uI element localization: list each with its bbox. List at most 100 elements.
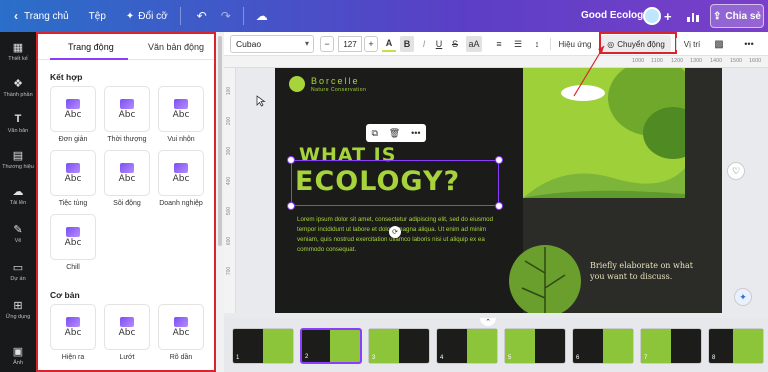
add-collaborator-icon[interactable]: + (664, 9, 672, 24)
text-icon: T (14, 113, 22, 125)
rail-item-draw[interactable]: ✎ Vẽ (0, 222, 36, 245)
increase-font-size-button[interactable]: + (364, 36, 378, 52)
tab-page-animation[interactable]: Trang động (68, 42, 114, 52)
animation-preview-icon (66, 98, 80, 109)
share-icon: ⇪ (713, 10, 722, 22)
animation-label: Doanh nghiệp (159, 200, 203, 207)
animation-card[interactable]: Abc (158, 304, 204, 350)
align-icon[interactable]: ≡ (492, 36, 506, 52)
divider (550, 38, 551, 50)
text-color-button[interactable]: A (382, 36, 396, 52)
animation-preview-icon (174, 316, 188, 327)
chevron-left-icon: ‹ (14, 9, 18, 23)
rail-item-elements[interactable]: ❖ Thành phần (0, 76, 36, 99)
redo-icon[interactable]: ↷ (221, 9, 231, 23)
file-menu[interactable]: Tệp (89, 11, 106, 22)
page-thumbnails: ⌃ 1 2 3 4 5 6 7 8 (224, 318, 768, 372)
animation-label: Tiệc tùng (58, 200, 88, 207)
cloud-sync-icon[interactable]: ☁ (256, 9, 268, 23)
scrollbar-thumb[interactable] (218, 36, 222, 246)
bold-button[interactable]: B (400, 36, 414, 52)
page-thumbnail[interactable]: 4 (436, 328, 498, 364)
highlight-box (599, 32, 677, 54)
animation-label: Vui nhộn (167, 136, 195, 143)
spacing-icon[interactable]: ↕ (530, 36, 544, 52)
copy-icon[interactable]: ⧉ (371, 128, 377, 139)
document-title[interactable]: Good Ecology (581, 10, 649, 21)
panel-scrollbar[interactable] (216, 32, 224, 372)
animation-card[interactable]: Abc (158, 86, 204, 132)
strikethrough-button[interactable]: S (449, 36, 461, 52)
brand-name[interactable]: Borcelle (311, 76, 360, 86)
elements-icon: ❖ (13, 77, 23, 90)
animation-label: Thời thượng (107, 136, 147, 143)
position-button[interactable]: Vị trí (682, 36, 702, 52)
font-size-input[interactable]: 127 (338, 36, 362, 52)
page-thumbnail[interactable]: 1 (232, 328, 294, 364)
resize-handle[interactable] (495, 156, 503, 164)
animation-card[interactable]: Abc (50, 214, 96, 260)
rail-item-brand[interactable]: ▤ Thương hiệu (0, 148, 36, 171)
brand-logo (289, 76, 305, 92)
animation-preview-icon (66, 162, 80, 173)
section-title: Cơ bản (50, 290, 80, 300)
selection-box (291, 160, 499, 206)
home-button[interactable]: ‹ Trang chủ (14, 9, 69, 23)
animation-card[interactable]: Abc (50, 304, 96, 350)
brand-subtitle[interactable]: Nature Conservation (311, 87, 366, 93)
resize-button[interactable]: ✦ Đổi cỡ (126, 11, 168, 22)
divider (676, 38, 677, 50)
tab-text-animation[interactable]: Văn bản động (148, 42, 204, 52)
resize-handle[interactable] (495, 202, 503, 210)
rail-item-uploads[interactable]: ☁ Tải lên (0, 184, 36, 207)
more-icon[interactable]: ••• (411, 128, 420, 138)
share-button[interactable]: ⇪ Chia sẻ (710, 4, 764, 28)
page-thumbnail[interactable]: 8 (708, 328, 764, 364)
delete-icon[interactable]: 🗑 (389, 128, 400, 139)
rail-item-design[interactable]: ▦ Thiết kế (0, 40, 36, 63)
rotate-handle-icon[interactable]: ⟳ (389, 226, 401, 238)
animation-label: Hiện ra (61, 354, 85, 361)
rail-item-text[interactable]: T Văn bản (0, 112, 36, 134)
underline-button[interactable]: U (433, 36, 445, 52)
list-icon[interactable]: ☰ (511, 36, 525, 52)
rail-item-projects[interactable]: ▭ Dự án (0, 260, 36, 283)
text-toolbar: Cubao − 127 + A B I U S aA ≡ ☰ ↕ Hiệu ứn… (224, 32, 768, 56)
font-family-select[interactable]: Cubao (230, 35, 314, 53)
page-thumbnail-selected[interactable]: 2 (300, 328, 362, 364)
animation-card[interactable]: Abc (50, 86, 96, 132)
resize-handle[interactable] (287, 156, 295, 164)
animation-label: Sôi động (113, 200, 141, 207)
notes-icon[interactable]: ♡ (727, 162, 745, 180)
italic-button[interactable]: I (418, 36, 430, 52)
top-ruler: 1000 1100 1200 1300 1400 1500 1600 (224, 56, 768, 68)
collapse-icon[interactable]: ⌃ (480, 318, 496, 326)
avatar[interactable] (643, 7, 661, 25)
page-thumbnail[interactable]: 3 (368, 328, 430, 364)
slide-side-text[interactable]: Briefly elaborate on what you want to di… (590, 260, 700, 282)
animation-preview-icon (120, 98, 134, 109)
more-options-icon[interactable]: ••• (742, 36, 756, 52)
page-thumbnail[interactable]: 7 (640, 328, 702, 364)
transparency-icon[interactable]: ▩ (713, 36, 725, 52)
insights-icon[interactable] (684, 7, 702, 25)
page-thumbnail[interactable]: 5 (504, 328, 566, 364)
undo-icon[interactable]: ↶ (197, 9, 207, 23)
decrease-font-size-button[interactable]: − (320, 36, 334, 52)
case-button[interactable]: aA (466, 36, 482, 52)
animation-preview-icon (66, 316, 80, 327)
rail-item-apps[interactable]: ⊞ Ứng dụng (0, 298, 36, 321)
animation-preview-icon (174, 162, 188, 173)
animation-card[interactable]: Abc (104, 86, 150, 132)
animation-card[interactable]: Abc (50, 150, 96, 196)
page-thumbnail[interactable]: 6 (572, 328, 634, 364)
upload-icon: ☁ (12, 185, 24, 198)
rail-item-photos[interactable]: ▣ Ảnh (0, 344, 36, 367)
animation-card[interactable]: Abc (158, 150, 204, 196)
slide-canvas[interactable]: Briefly elaborate on what you want to di… (275, 68, 722, 313)
animation-card[interactable]: Abc (104, 304, 150, 350)
animation-card[interactable]: Abc (104, 150, 150, 196)
resize-handle[interactable] (287, 202, 295, 210)
animation-preview-icon (120, 316, 134, 327)
magic-icon[interactable]: ✦ (734, 288, 752, 306)
